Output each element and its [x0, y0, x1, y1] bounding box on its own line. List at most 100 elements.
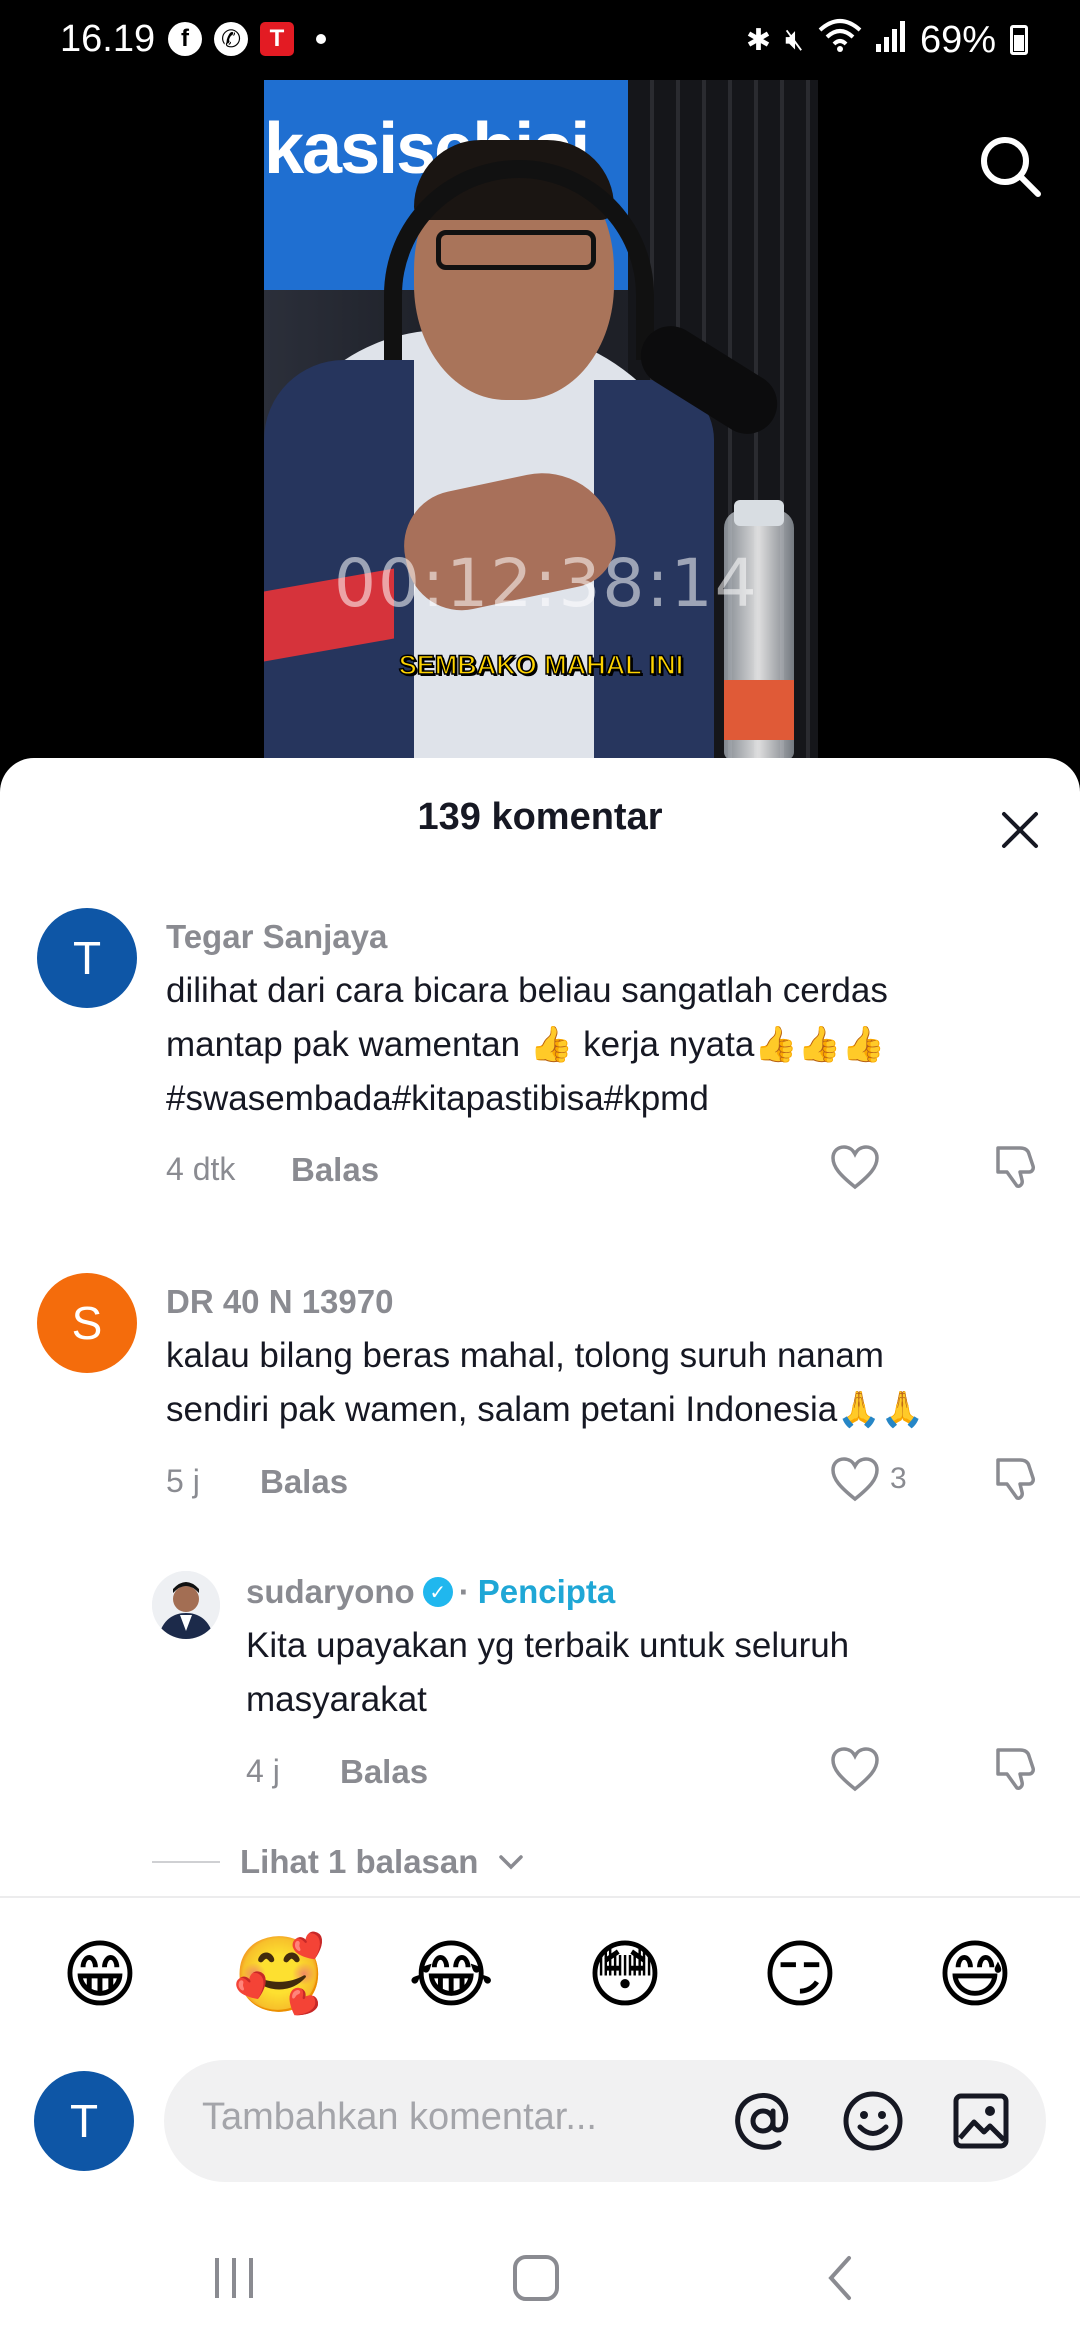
like-button[interactable]: [830, 1746, 880, 1792]
bottle-label: [724, 680, 794, 740]
video-caption: SEMBAKO MAHAL INI: [398, 649, 684, 681]
video-timecode-overlay: 00:12:38:14: [334, 545, 759, 622]
status-system-icons: ✱ 🔇︎ 69%: [746, 18, 1028, 62]
more-notifications-dot: [316, 34, 326, 44]
battery-icon: [1010, 25, 1028, 55]
separator-dot: ·: [458, 1573, 470, 1610]
comment-text: kalau bilang beras mahal, tolong suruh n…: [166, 1329, 924, 1437]
battery-percent: 69%: [919, 18, 996, 61]
facebook-icon: f: [168, 22, 202, 56]
quick-emoji-bar: 😁 🥰 😂 😳 😏 😅: [0, 1933, 1080, 2043]
reply-text-line: Kita upayakan yg terbaik untuk seluruh: [246, 1626, 850, 1665]
creator-avatar[interactable]: [152, 1571, 220, 1639]
reply-button[interactable]: Balas: [291, 1151, 379, 1189]
wifi-icon: [818, 18, 862, 62]
view-replies-line: [152, 1861, 220, 1863]
home-button[interactable]: [496, 2238, 576, 2318]
comment-text-line: dilihat dari cara bicara beliau sangatla…: [166, 971, 888, 1010]
avatar[interactable]: S: [37, 1273, 137, 1373]
comment-text-line: #swasembada#kitapastibisa#kpmd: [166, 1079, 709, 1118]
emoji-button[interactable]: 😁: [58, 1933, 142, 2017]
emoji-button[interactable]: 🥰: [233, 1933, 325, 2017]
status-notification-icons: f ✆ T: [168, 22, 326, 56]
recent-apps-button[interactable]: [194, 2238, 274, 2318]
recent-apps-icon: [215, 2258, 253, 2298]
mute-icon: 🔇︎: [785, 23, 804, 56]
comment-composer: T Tambahkan komentar...: [0, 2056, 1080, 2186]
comment-text-line: mantap pak wamentan 👍 kerja nyata👍👍👍: [166, 1025, 886, 1064]
status-bar: 16.19 f ✆ T ✱ 🔇︎ 69%: [0, 0, 1080, 80]
comment-item[interactable]: T Tegar Sanjaya dilihat dari cara bicara…: [0, 908, 1080, 1190]
emoji-picker-button[interactable]: [840, 2088, 906, 2154]
comment-time: 4 dtk: [166, 1151, 236, 1187]
thumbs-down-icon: [996, 1146, 1035, 1188]
search-button[interactable]: [970, 126, 1050, 206]
emoji-button[interactable]: 😅: [933, 1933, 1017, 2017]
reply-button[interactable]: Balas: [340, 1753, 428, 1791]
emoji-button[interactable]: 😂: [408, 1933, 494, 2017]
search-icon: [981, 137, 1041, 197]
glasses: [436, 230, 596, 270]
reply-author-line: sudaryono ✓ · Pencipta: [246, 1573, 615, 1611]
dislike-button[interactable]: [992, 1454, 1040, 1507]
video-frame[interactable]: kasisebisi 00:12:38:14 SEMBAKO MAHAL INI: [264, 80, 818, 760]
comment-time: 5 j: [166, 1463, 200, 1499]
back-button[interactable]: [800, 2238, 880, 2318]
comments-count-title: 139 komentar: [417, 796, 663, 838]
comment-text-line: sendiri pak wamen, salam petani Indonesi…: [166, 1390, 925, 1429]
system-navigation-bar: [0, 2218, 1080, 2340]
whatsapp-icon: ✆: [214, 22, 248, 56]
comment-text: dilihat dari cara bicara beliau sangatla…: [166, 964, 888, 1126]
comment-author[interactable]: Tegar Sanjaya: [166, 918, 387, 956]
video-player[interactable]: kasisebisi 00:12:38:14 SEMBAKO MAHAL INI: [0, 80, 1080, 760]
chevron-down-icon: [499, 1855, 524, 1870]
comments-sheet: 139 komentar T Tegar Sanjaya dilihat dar…: [0, 758, 1080, 2340]
attach-image-button[interactable]: [948, 2088, 1014, 2154]
view-replies-button[interactable]: Lihat 1 balasan: [152, 1843, 524, 1881]
heart-icon: [831, 1747, 879, 1792]
creator-reply-item[interactable]: sudaryono ✓ · Pencipta Kita upayakan yg …: [0, 1563, 1080, 1792]
verified-badge-icon: ✓: [422, 1577, 453, 1607]
like-button[interactable]: 3: [830, 1456, 907, 1502]
emoji-button[interactable]: 😏: [758, 1933, 842, 2017]
thumbs-down-icon: [996, 1458, 1035, 1500]
comment-author[interactable]: DR 40 N 13970: [166, 1283, 393, 1321]
comments-header: 139 komentar: [0, 758, 1080, 878]
dislike-button[interactable]: [992, 1744, 1040, 1797]
telkomsel-icon: T: [260, 22, 294, 56]
dislike-button[interactable]: [992, 1142, 1040, 1195]
signal-icon: [875, 19, 906, 62]
comment-item[interactable]: S DR 40 N 13970 kalau bilang beras mahal…: [0, 1273, 1080, 1502]
divider: [0, 1896, 1080, 1898]
reply-text: Kita upayakan yg terbaik untuk seluruh m…: [246, 1619, 849, 1727]
emoji-button[interactable]: 😳: [583, 1933, 667, 2017]
comment-input-placeholder: Tambahkan komentar...: [202, 2096, 597, 2138]
bluetooth-icon: ✱: [745, 23, 772, 57]
comment-input[interactable]: Tambahkan komentar...: [164, 2060, 1046, 2182]
view-replies-label: Lihat 1 balasan: [240, 1843, 479, 1880]
reply-button[interactable]: Balas: [260, 1463, 348, 1501]
heart-icon: [831, 1145, 879, 1190]
at-sign-icon: [735, 2093, 789, 2150]
like-count: 3: [890, 1462, 907, 1495]
image-icon: [953, 2093, 1009, 2149]
thumbs-down-icon: [996, 1748, 1035, 1790]
bottle-cap: [734, 500, 784, 526]
creator-avatar-image: [152, 1571, 220, 1639]
close-icon: [1002, 812, 1038, 848]
mention-button[interactable]: [730, 2088, 796, 2154]
reply-author[interactable]: sudaryono: [246, 1573, 415, 1611]
my-avatar[interactable]: T: [34, 2071, 134, 2171]
heart-icon: [831, 1457, 879, 1502]
like-button[interactable]: [830, 1144, 890, 1190]
back-icon: [828, 2256, 851, 2300]
comment-text-line: kalau bilang beras mahal, tolong suruh n…: [166, 1336, 884, 1375]
creator-label: Pencipta: [477, 1573, 616, 1610]
avatar[interactable]: T: [37, 908, 137, 1008]
close-comments-button[interactable]: [990, 800, 1050, 860]
reply-text-line: masyarakat: [246, 1680, 427, 1719]
smiley-icon: [843, 2091, 903, 2151]
status-time: 16.19: [60, 18, 156, 60]
home-icon: [513, 2255, 559, 2301]
reply-time: 4 j: [246, 1753, 280, 1789]
